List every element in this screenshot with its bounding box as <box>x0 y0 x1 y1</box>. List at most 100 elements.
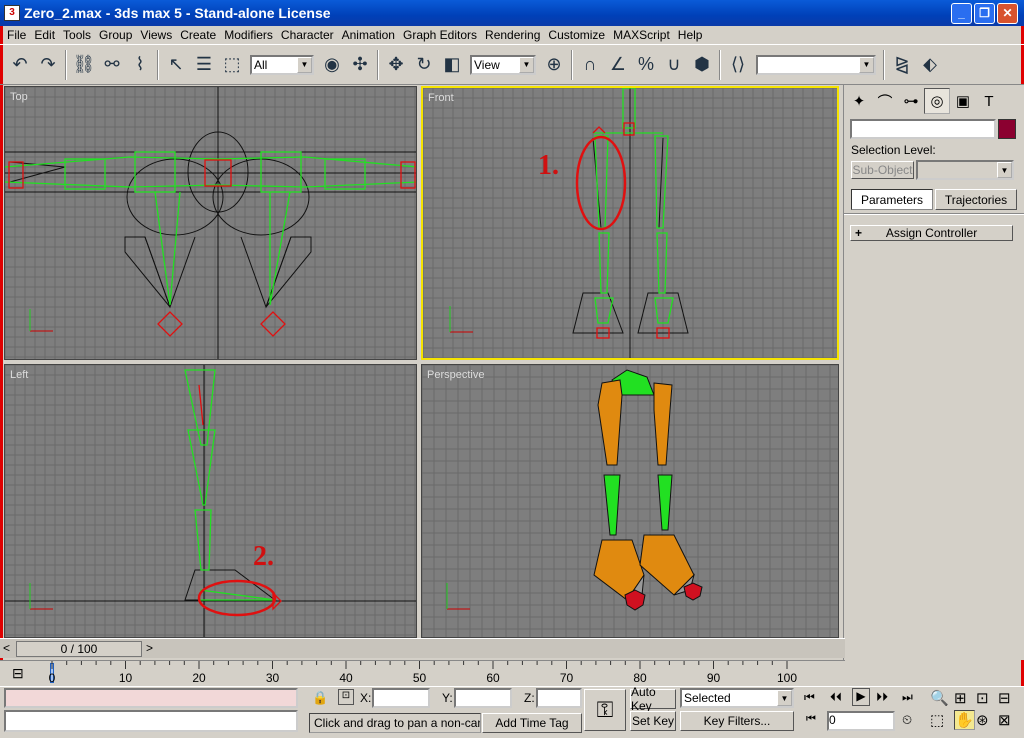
spinner-snap-icon[interactable]: ∪ <box>660 50 688 80</box>
assign-controller-rollout[interactable]: + Assign Controller <box>850 225 1013 241</box>
menu-edit[interactable]: Edit <box>30 28 59 42</box>
menu-help[interactable]: Help <box>674 28 707 42</box>
align-icon[interactable]: ⬖ <box>916 50 944 80</box>
minimize-button[interactable]: _ <box>951 2 972 24</box>
select-by-name-icon[interactable]: ☰ <box>190 50 218 80</box>
lock-selection-icon[interactable]: 🔒 <box>312 690 328 706</box>
prev-frame-icon[interactable]: < <box>3 641 10 655</box>
viewport-front[interactable]: Front 1. <box>421 86 839 360</box>
redo-icon[interactable]: ↷ <box>34 50 62 80</box>
zoom-all-icon[interactable]: ⊞ <box>954 689 967 707</box>
track-bar[interactable]: ⊟ 0 10 20 30 40 50 60 70 80 90 100 <box>0 660 845 686</box>
time-slider[interactable]: 0 / 100 <box>16 641 142 657</box>
play-icon[interactable]: ▶ <box>852 688 870 706</box>
menu-maxscript[interactable]: MAXScript <box>609 28 674 42</box>
go-to-start-icon[interactable]: ⏮ <box>804 690 815 705</box>
menu-graph-editors[interactable]: Graph Editors <box>399 28 481 42</box>
rotate-icon[interactable]: ↻ <box>410 50 438 80</box>
menu-group[interactable]: Group <box>95 28 136 42</box>
link-icon[interactable]: ⛓ <box>70 50 98 80</box>
auto-key-button[interactable]: Auto Key <box>630 685 676 713</box>
key-filters-button[interactable]: Key Filters... <box>680 711 794 731</box>
next-frame-button-icon[interactable]: ⏵⏵ <box>876 690 888 705</box>
menu-rendering[interactable]: Rendering <box>481 28 544 42</box>
viewport-left[interactable]: Left 2. <box>4 364 417 638</box>
z-coordinate-field[interactable] <box>536 688 582 708</box>
parameters-tab-button[interactable]: Parameters <box>851 189 933 210</box>
selection-level-label: Selection Level: <box>851 143 936 157</box>
menu-bar: File Edit Tools Group Views Create Modif… <box>0 26 1024 45</box>
crossing-icon[interactable]: ✣ <box>346 50 374 80</box>
viewport-top[interactable]: Top <box>4 86 417 360</box>
viewport-label[interactable]: Front <box>428 92 454 104</box>
snap-3d-icon[interactable]: ∩ <box>576 50 604 80</box>
selection-region-icon[interactable]: ⬚ <box>218 50 246 80</box>
mirror-icon[interactable]: ⧎ <box>888 50 916 80</box>
grid <box>5 87 416 359</box>
set-key-button[interactable]: Set Key <box>630 711 676 731</box>
move-icon[interactable]: ✥ <box>382 50 410 80</box>
viewport-label[interactable]: Perspective <box>427 369 484 381</box>
menu-modifiers[interactable]: Modifiers <box>220 28 277 42</box>
next-frame-icon[interactable]: > <box>146 641 153 655</box>
menu-customize[interactable]: Customize <box>544 28 609 42</box>
sub-object-button[interactable]: Sub-Object <box>851 161 914 179</box>
maximize-viewport-icon[interactable]: ⊠ <box>998 711 1011 729</box>
utilities-tab-icon[interactable]: T <box>976 88 1002 114</box>
sub-object-dropdown[interactable]: ▼ <box>916 160 1014 180</box>
menu-character[interactable]: Character <box>277 28 338 42</box>
zoom-extents-all-icon[interactable]: ⊟ <box>998 689 1011 707</box>
absolute-mode-icon[interactable]: ⊡ <box>338 689 354 705</box>
y-coordinate-field[interactable] <box>454 688 512 708</box>
trajectories-tab-button[interactable]: Trajectories <box>935 189 1017 210</box>
viewport-label[interactable]: Left <box>10 369 28 381</box>
object-name-field[interactable] <box>850 119 996 139</box>
add-time-tag-button[interactable]: Add Time Tag <box>482 713 582 733</box>
named-selection-dropdown[interactable]: ▼ <box>756 54 876 75</box>
close-button[interactable]: ✕ <box>997 2 1018 24</box>
menu-create[interactable]: Create <box>176 28 220 42</box>
time-configuration-icon[interactable]: ⏲ <box>902 712 912 728</box>
menu-views[interactable]: Views <box>136 28 176 42</box>
reference-coordinate-dropdown[interactable]: View ▼ <box>470 54 536 75</box>
y-label: Y: <box>442 691 453 705</box>
previous-frame-icon[interactable]: ⏴⏴ <box>830 690 842 705</box>
maximize-button[interactable]: ❐ <box>974 2 995 24</box>
viewport-label[interactable]: Top <box>10 91 28 103</box>
maxscript-listener-mini[interactable] <box>4 688 298 708</box>
create-tab-icon[interactable]: ✦ <box>846 88 872 114</box>
scale-icon[interactable]: ◧ <box>438 50 466 80</box>
region-zoom-icon[interactable]: ⬚ <box>930 711 944 729</box>
menu-tools[interactable]: Tools <box>59 28 95 42</box>
undo-icon[interactable]: ↶ <box>6 50 34 80</box>
zoom-extents-icon[interactable]: ⊡ <box>976 689 989 707</box>
selection-filter-dropdown[interactable]: All ▼ <box>250 54 314 75</box>
key-mode-toggle-icon[interactable]: ⏮ <box>806 713 816 726</box>
modify-tab-icon[interactable]: ⌒ <box>872 88 898 114</box>
pivot-center-icon[interactable]: ⊕ <box>540 50 568 80</box>
menu-file[interactable]: File <box>3 28 30 42</box>
edit-named-selection-icon[interactable]: ⟨⟩ <box>724 50 752 80</box>
arc-rotate-icon[interactable]: ⊛ <box>976 711 989 729</box>
select-object-icon[interactable]: ↖ <box>162 50 190 80</box>
viewport-perspective[interactable]: Perspective <box>421 364 839 638</box>
go-to-end-icon[interactable]: ⏭ <box>902 690 913 705</box>
display-tab-icon[interactable]: ▣ <box>950 88 976 114</box>
percent-snap-icon[interactable]: % <box>632 50 660 80</box>
key-mode-dropdown[interactable]: Selected ▼ <box>680 688 794 708</box>
select-and-manipulate-icon[interactable]: ◉ <box>318 50 346 80</box>
bind-space-warp-icon[interactable]: ⌇ <box>126 50 154 80</box>
set-key-icon[interactable]: ⚿ <box>584 689 626 731</box>
named-selection-set-icon[interactable]: ⬢ <box>688 50 716 80</box>
menu-animation[interactable]: Animation <box>338 28 399 42</box>
hierarchy-tab-icon[interactable]: ⊶ <box>898 88 924 114</box>
maxscript-input[interactable] <box>4 710 298 732</box>
x-coordinate-field[interactable] <box>372 688 430 708</box>
object-color-swatch[interactable] <box>998 119 1016 139</box>
zoom-icon[interactable]: 🔍 <box>930 689 949 707</box>
unlink-icon[interactable]: ⚯ <box>98 50 126 80</box>
angle-snap-icon[interactable]: ∠ <box>604 50 632 80</box>
current-frame-field[interactable]: 0 <box>827 711 895 731</box>
motion-tab-icon[interactable]: ◎ <box>924 88 950 114</box>
pan-hand-icon[interactable]: ✋ <box>954 710 975 730</box>
